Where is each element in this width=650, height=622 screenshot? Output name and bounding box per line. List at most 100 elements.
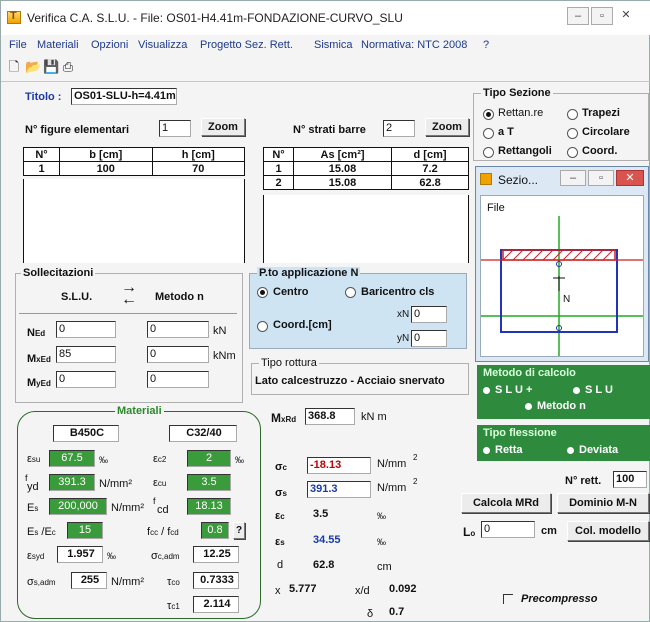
unit-permil: ‰ — [235, 455, 244, 465]
sezio-maximize-icon[interactable]: ▫ — [588, 170, 614, 186]
l0-input[interactable]: 0 — [481, 521, 535, 538]
figure-table-empty — [23, 179, 245, 263]
table-cell[interactable]: 1 — [263, 161, 294, 176]
table-row[interactable]: 2 15.08 62.8 — [263, 175, 469, 190]
table-row[interactable]: 1 15.08 7.2 — [263, 161, 469, 176]
radio-label: Rettangoli — [498, 145, 552, 157]
table-cell[interactable]: 7.2 — [391, 161, 469, 176]
radio-coord[interactable] — [567, 147, 578, 158]
open-icon[interactable]: 📂 — [25, 59, 41, 74]
fyd-field[interactable]: 391.3 — [49, 474, 95, 491]
radio-deviata[interactable] — [567, 447, 574, 454]
table-cell[interactable]: 70 — [151, 161, 245, 176]
maximize-icon[interactable]: ▫ — [591, 7, 613, 25]
col-modello-button[interactable]: Col. modello — [567, 521, 649, 541]
unit-nmm2: N/mm² — [111, 502, 144, 514]
ec2-field[interactable]: 2 — [187, 450, 231, 467]
menu-visualizza[interactable]: Visualizza — [138, 39, 187, 51]
titolo-input[interactable]: OS01-SLU-h=4.41m — [71, 88, 177, 105]
radio-circolare[interactable] — [567, 128, 578, 139]
titolo-label: Titolo : — [25, 91, 62, 103]
esu-field[interactable]: 67.5 — [49, 450, 95, 467]
table-cell[interactable]: 62.8 — [391, 175, 469, 190]
radio-rettangoli[interactable] — [483, 147, 494, 158]
tipo-flessione-panel: Tipo flessione Retta Deviata — [477, 425, 650, 461]
menu-materiali[interactable]: Materiali — [37, 39, 79, 51]
table-header: N° As [cm²] d [cm] — [263, 147, 469, 162]
table-cell[interactable]: 15.08 — [292, 175, 393, 190]
menu-progetto[interactable]: Progetto Sez. Rett. — [200, 39, 293, 51]
metodo-n-label: Metodo n — [537, 400, 586, 412]
calcola-mrd-button[interactable]: Calcola MRd — [461, 493, 551, 513]
radio-metodo-n[interactable] — [525, 403, 532, 410]
radio-coord-cm[interactable] — [257, 321, 268, 332]
new-icon[interactable]: 🗋 — [7, 59, 21, 74]
col-header: As [cm²] — [292, 147, 393, 162]
es-ec-field[interactable]: 15 — [67, 522, 103, 539]
l0-unit: cm — [541, 525, 557, 537]
minimize-icon[interactable]: – — [567, 7, 589, 25]
dominio-mn-button[interactable]: Dominio M-N — [557, 493, 649, 513]
table-row[interactable]: 1 100 70 — [23, 161, 245, 176]
radio-centro[interactable] — [257, 287, 268, 298]
table-cell[interactable]: 100 — [59, 161, 153, 176]
divider — [1, 81, 650, 82]
menu-opzioni[interactable]: Opzioni — [91, 39, 128, 51]
ned-input[interactable]: 0 — [56, 321, 116, 338]
precompresso-checkbox[interactable] — [503, 594, 513, 604]
concrete-class-field[interactable]: C32/40 — [169, 425, 237, 442]
close-icon[interactable]: ✕ — [615, 7, 637, 25]
n-rett-input[interactable]: 100 — [613, 471, 647, 488]
x-label: x — [275, 585, 281, 597]
eps-c-value: 3.5 — [313, 508, 329, 520]
steel-class-field[interactable]: B450C — [53, 425, 119, 442]
yn-input[interactable]: 0 — [411, 330, 447, 347]
menu-file[interactable]: File — [9, 39, 27, 51]
table-cell[interactable]: 15.08 — [292, 161, 393, 176]
d-label: d — [277, 559, 284, 571]
sezio-menu-file[interactable]: File — [487, 202, 505, 214]
swap-arrows-icon[interactable]: → ← — [115, 280, 143, 310]
radio-trapezi[interactable] — [567, 109, 578, 120]
menu-sismica[interactable]: Sismica — [314, 39, 353, 51]
xn-label: xN — [397, 309, 410, 320]
radio-rettanre[interactable] — [483, 109, 494, 120]
unit-nmm2: N/mm — [377, 482, 407, 494]
xn-input[interactable]: 0 — [411, 306, 447, 323]
myed-input[interactable]: 0 — [56, 371, 116, 388]
sezio-close-icon[interactable]: ✕ — [616, 170, 644, 186]
sc-adm-field[interactable]: 12.25 — [193, 546, 239, 563]
es-modulus-field[interactable]: 200,000 — [49, 498, 107, 515]
menu-help[interactable]: ? — [483, 39, 489, 51]
radio-baricentro[interactable] — [345, 287, 356, 298]
table-cell[interactable]: 2 — [263, 175, 294, 190]
strati-count-input[interactable]: 2 — [383, 120, 415, 137]
unit-nmm2: N/mm² — [99, 478, 132, 490]
radio-slu[interactable] — [573, 387, 580, 394]
ned-n-input[interactable]: 0 — [147, 321, 209, 338]
figure-count-input[interactable]: 1 — [159, 120, 191, 137]
radio-retta[interactable] — [483, 447, 490, 454]
radio-at[interactable] — [483, 128, 494, 139]
save-icon[interactable]: 💾 — [43, 59, 59, 74]
fcd-field[interactable]: 18.13 — [187, 498, 231, 515]
tco-field[interactable]: 0.7333 — [193, 572, 239, 589]
ss-adm-field[interactable]: 255 — [71, 572, 107, 589]
table-cell[interactable]: 1 — [23, 161, 60, 176]
strati-zoom-button[interactable]: Zoom — [425, 118, 469, 136]
mxed-n-input[interactable]: 0 — [147, 346, 209, 363]
eps-s-value: 34.55 — [313, 534, 341, 546]
radio-label: Trapezi — [582, 107, 620, 119]
delta-label: δ — [367, 608, 374, 620]
menu-normativa[interactable]: Normativa: NTC 2008 — [361, 39, 467, 51]
myed-n-input[interactable]: 0 — [147, 371, 209, 388]
fcc-fcd-field[interactable]: 0.8 — [201, 522, 229, 539]
ecu-field[interactable]: 3.5 — [187, 474, 231, 491]
radio-slu-plus[interactable] — [483, 387, 490, 394]
mxed-input[interactable]: 85 — [56, 346, 116, 363]
xd-label: x/d — [355, 585, 370, 597]
help-button[interactable]: ? — [233, 522, 245, 539]
figure-zoom-button[interactable]: Zoom — [201, 118, 245, 136]
sezio-minimize-icon[interactable]: – — [560, 170, 586, 186]
print-icon[interactable]: ⎙ — [61, 59, 75, 74]
